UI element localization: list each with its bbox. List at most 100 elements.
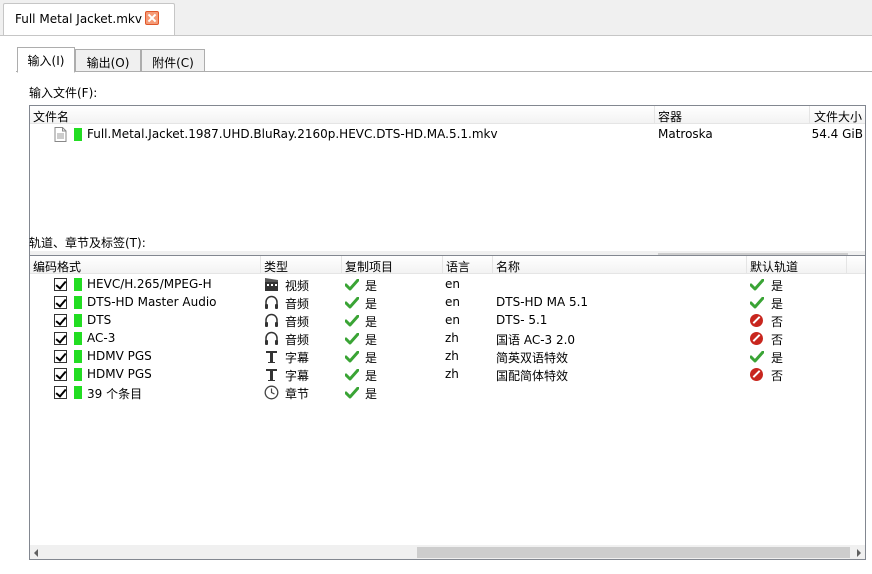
track-type: 音频: [285, 333, 310, 347]
check-icon: [749, 278, 765, 291]
document-tab-title: Full Metal Jacket.mkv: [15, 12, 142, 26]
check-icon: [749, 296, 765, 309]
track-language: en: [445, 313, 460, 327]
track-name: DTS-HD MA 5.1: [496, 295, 589, 309]
tab-input-label: 输入(I): [27, 54, 65, 68]
file-icon: [54, 127, 67, 142]
tracks-hscrollbar[interactable]: [30, 545, 865, 559]
check-icon: [344, 350, 360, 363]
tab-divider: [16, 71, 872, 72]
track-type: 章节: [285, 387, 310, 401]
file-name: Full.Metal.Jacket.1987.UHD.BluRay.2160p.…: [87, 127, 498, 141]
track-status-indicator: [74, 314, 82, 327]
scroll-left-icon[interactable]: [34, 549, 38, 557]
tab-input[interactable]: 输入(I): [17, 47, 75, 73]
track-type: 音频: [285, 297, 310, 311]
col-header-codec[interactable]: 编码格式: [30, 256, 261, 274]
track-type: 音频: [285, 315, 310, 329]
tab-attachments[interactable]: 附件(C): [141, 49, 205, 72]
track-enabled-checkbox[interactable]: [54, 278, 67, 291]
check-icon: [344, 278, 360, 291]
text-icon: [264, 367, 279, 382]
track-codec: HDMV PGS: [87, 367, 152, 381]
track-name: 国配简体特效: [496, 369, 569, 383]
col-header-filename[interactable]: 文件名: [30, 106, 655, 124]
track-name: 简英双语特效: [496, 351, 569, 365]
scroll-thumb[interactable]: [417, 547, 850, 558]
track-status-indicator: [74, 278, 82, 291]
headphones-icon: [264, 295, 279, 310]
track-enabled-checkbox[interactable]: [54, 368, 67, 381]
col-header-size[interactable]: 文件大小: [810, 106, 865, 124]
no-entry-icon: [750, 314, 763, 327]
track-enabled-checkbox[interactable]: [54, 314, 67, 327]
track-copy: 是: [365, 315, 378, 329]
track-copy: 是: [365, 369, 378, 383]
col-header-copy[interactable]: 复制项目: [342, 256, 443, 274]
video-icon: [264, 277, 279, 292]
col-header-filler: [847, 256, 865, 274]
document-tab-bar: Full Metal Jacket.mkv: [0, 0, 872, 36]
track-default: 是: [771, 279, 784, 293]
file-size: 54.4 GiB: [811, 127, 863, 141]
col-header-name[interactable]: 名称: [493, 256, 747, 274]
track-type: 字幕: [285, 369, 310, 383]
main-content: 输入(I) 输出(O) 附件(C) 输入文件(F): 文件名 容器 文件大小 F…: [0, 35, 872, 574]
tab-output[interactable]: 输出(O): [75, 49, 141, 72]
track-default: 是: [771, 351, 784, 365]
track-status-indicator: [74, 386, 82, 399]
input-files-list[interactable]: 文件名 容器 文件大小 Full.Metal.Jacket.1987.UHD.B…: [29, 105, 866, 266]
col-header-type[interactable]: 类型: [261, 256, 342, 274]
col-header-language[interactable]: 语言: [443, 256, 493, 274]
col-header-default[interactable]: 默认轨道: [747, 256, 847, 274]
clock-icon: [264, 385, 279, 400]
track-status-indicator: [74, 350, 82, 363]
track-copy: 是: [365, 333, 378, 347]
track-codec: HEVC/H.265/MPEG-H: [87, 277, 212, 291]
track-enabled-checkbox[interactable]: [54, 332, 67, 345]
track-status-indicator: [74, 296, 82, 309]
check-icon: [749, 350, 765, 363]
no-entry-icon: [750, 368, 763, 381]
track-codec: 39 个条目: [87, 387, 143, 401]
text-icon: [264, 349, 279, 364]
scroll-right-icon[interactable]: [857, 549, 861, 557]
track-name: 国语 AC-3 2.0: [496, 333, 576, 347]
track-enabled-checkbox[interactable]: [54, 296, 67, 309]
check-icon: [344, 386, 360, 399]
check-icon: [344, 332, 360, 345]
track-enabled-checkbox[interactable]: [54, 350, 67, 363]
track-codec: HDMV PGS: [87, 349, 152, 363]
headphones-icon: [264, 331, 279, 346]
headphones-icon: [264, 313, 279, 328]
track-codec: DTS-HD Master Audio: [87, 295, 217, 309]
track-default: 否: [771, 315, 784, 329]
track-codec: AC-3: [87, 331, 116, 345]
tracks-list[interactable]: 编码格式 类型 复制项目 语言 名称 默认轨道 HEVC/H.265/MPEG-…: [29, 255, 866, 560]
col-header-container[interactable]: 容器: [655, 106, 810, 124]
track-language: zh: [445, 349, 459, 363]
no-entry-icon: [750, 332, 763, 345]
track-copy: 是: [365, 297, 378, 311]
tab-attachments-label: 附件(C): [152, 56, 194, 70]
tab-output-label: 输出(O): [86, 56, 130, 70]
check-icon: [344, 368, 360, 381]
track-copy: 是: [365, 279, 378, 293]
file-status-indicator: [74, 128, 82, 141]
track-default: 是: [771, 297, 784, 311]
file-container: Matroska: [658, 127, 713, 141]
track-language: en: [445, 295, 460, 309]
tracks-label: 轨道、章节及标签(T):: [29, 236, 146, 250]
track-status-indicator: [74, 368, 82, 381]
close-tab-icon[interactable]: [145, 11, 159, 25]
track-default: 否: [771, 333, 784, 347]
track-codec: DTS: [87, 313, 112, 327]
check-icon: [344, 314, 360, 327]
track-enabled-checkbox[interactable]: [54, 386, 67, 399]
track-language: zh: [445, 331, 459, 345]
document-tab[interactable]: Full Metal Jacket.mkv: [3, 3, 175, 36]
check-icon: [344, 296, 360, 309]
track-copy: 是: [365, 387, 378, 401]
track-name: DTS- 5.1: [496, 313, 548, 327]
input-files-label: 输入文件(F):: [29, 86, 98, 100]
